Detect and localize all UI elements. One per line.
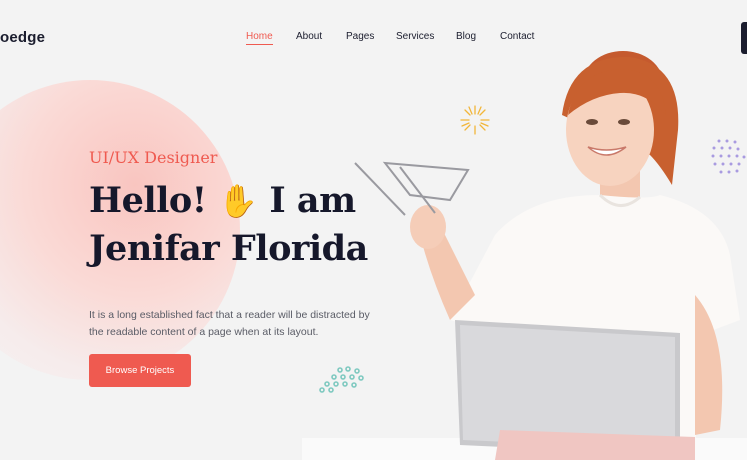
hero-subtitle: UI/UX Designer bbox=[89, 148, 218, 167]
logo[interactable]: oedge bbox=[0, 29, 45, 46]
nav-item-home[interactable]: Home bbox=[246, 31, 273, 45]
page: oedge Home About Pages Services Blog Con… bbox=[0, 0, 747, 460]
headline-hello: Hello! bbox=[89, 180, 207, 221]
waving-hand-icon: ✋ bbox=[218, 182, 258, 220]
browse-projects-button[interactable]: Browse Projects bbox=[89, 354, 191, 387]
hero-photo bbox=[354, 51, 740, 460]
